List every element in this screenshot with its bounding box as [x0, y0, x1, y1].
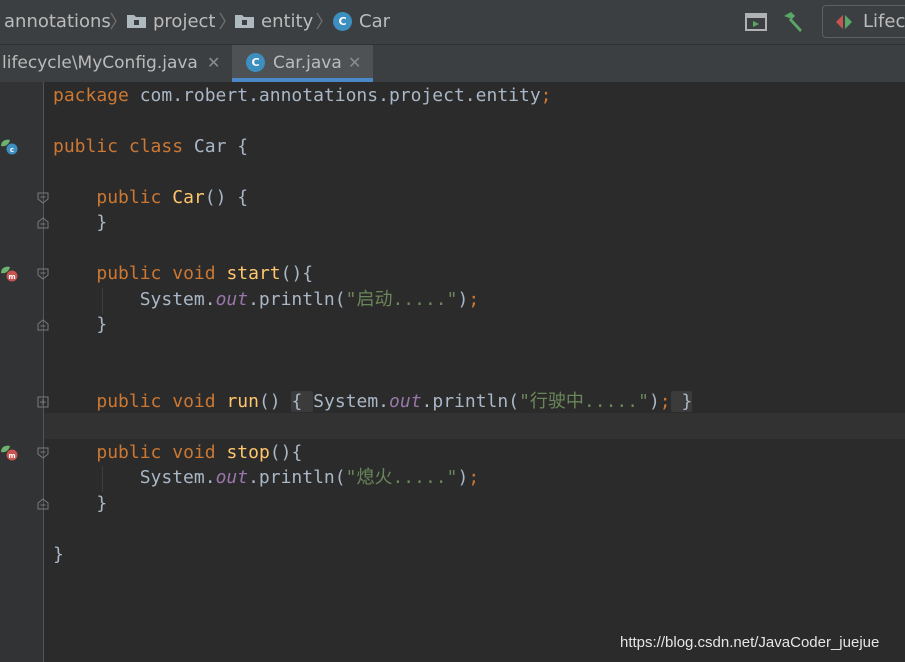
fold-expand-icon[interactable] — [37, 396, 49, 408]
breadcrumb-item-car[interactable]: Car — [359, 10, 390, 34]
close-icon[interactable]: ✕ — [348, 45, 361, 81]
editor-gutter — [0, 82, 44, 662]
spring-bean-class-icon[interactable]: c — [0, 138, 20, 156]
svg-text:m: m — [8, 273, 15, 281]
run-config-icon — [836, 15, 852, 29]
folded-region-close[interactable]: } — [670, 391, 693, 412]
code-line-closing-brace[interactable]: } — [53, 312, 107, 338]
fold-end-icon[interactable] — [37, 498, 49, 510]
watermark-text: https://blog.csdn.net/JavaCoder_juejue — [620, 634, 880, 651]
breadcrumb-item-annotations[interactable]: annotations — [4, 10, 111, 34]
breadcrumb-item-project[interactable]: project — [153, 10, 215, 34]
code-line-closing-brace[interactable]: } — [53, 210, 107, 236]
code-line-println-stop[interactable]: System.out.println("熄火....."); — [53, 465, 479, 491]
run-panel-icon[interactable] — [744, 10, 768, 34]
tab-myconfig[interactable]: lifecycle\MyConfig.java ✕ — [0, 45, 232, 82]
fold-end-icon[interactable] — [37, 319, 49, 331]
code-line-package[interactable]: package com.robert.annotations.project.e… — [53, 83, 552, 109]
folded-region-open[interactable]: { — [291, 391, 314, 412]
class-icon: C — [246, 53, 265, 72]
spring-bean-method-icon[interactable]: m — [0, 444, 20, 462]
fold-end-icon[interactable] — [37, 217, 49, 229]
close-icon[interactable]: ✕ — [207, 45, 220, 81]
caret-line-highlight — [44, 413, 905, 439]
code-line-println-start[interactable]: System.out.println("启动....."); — [53, 287, 479, 313]
editor-tab-bar: lifecycle\MyConfig.java ✕ C Car.java ✕ — [0, 45, 905, 83]
spring-bean-method-icon[interactable]: m — [0, 265, 20, 283]
class-icon: C — [333, 12, 352, 31]
fold-start-icon[interactable] — [37, 192, 49, 204]
run-configuration-selector[interactable]: Lifecycle — [822, 5, 905, 38]
fold-start-icon[interactable] — [37, 447, 49, 459]
code-line-class-closing-brace[interactable]: } — [53, 542, 64, 568]
svg-text:m: m — [8, 452, 15, 460]
code-line-method-stop[interactable]: public void stop(){ — [53, 440, 302, 466]
code-line-method-run[interactable]: public void run() { System.out.println("… — [53, 389, 693, 415]
navigation-bar: annotations project entity C Car Lifecyc… — [0, 0, 905, 45]
code-editor[interactable] — [0, 82, 905, 662]
code-line-method-start[interactable]: public void start(){ — [53, 261, 313, 287]
svg-text:c: c — [10, 146, 14, 154]
code-line-class-declaration[interactable]: public class Car { — [53, 134, 248, 160]
folder-icon — [127, 15, 146, 28]
breadcrumb-item-entity[interactable]: entity — [261, 10, 313, 34]
run-configuration-label: Lifecycle — [863, 11, 905, 32]
chevron-right-icon — [316, 12, 323, 30]
tab-label: lifecycle\MyConfig.java — [2, 53, 198, 73]
chevron-right-icon — [219, 12, 226, 30]
fold-start-icon[interactable] — [37, 268, 49, 280]
tab-label: Car.java — [273, 53, 342, 73]
folder-icon — [235, 15, 254, 28]
hammer-build-icon[interactable] — [781, 10, 805, 34]
chevron-right-icon — [110, 12, 117, 30]
code-line-constructor[interactable]: public Car() { — [53, 185, 248, 211]
tab-car[interactable]: C Car.java ✕ — [232, 45, 373, 82]
code-line-closing-brace[interactable]: } — [53, 491, 107, 517]
